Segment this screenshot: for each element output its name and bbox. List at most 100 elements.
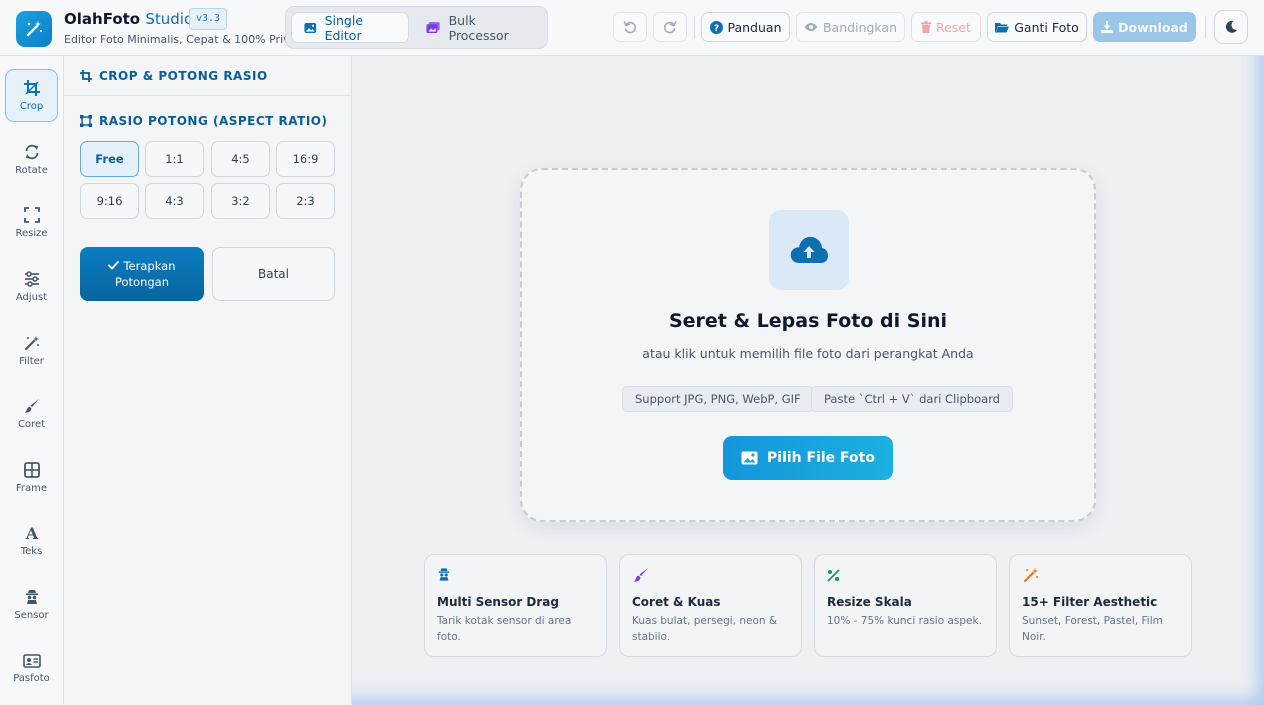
ratio-3-2-button[interactable]: 3:2 [211,183,270,219]
undo-button[interactable] [613,12,647,42]
tool-crop[interactable]: Crop [5,69,58,122]
download-icon [1101,21,1114,33]
trash-icon [921,21,932,33]
svg-text:?: ? [713,24,718,34]
app-title: OlahFoto Studio [64,10,193,28]
tool-frame-label: Frame [15,482,48,494]
feature-card: Multi Sensor Drag Tarik kotak sensor di … [424,554,607,657]
ratio-16-9-button[interactable]: 16:9 [276,141,335,177]
image-icon [741,451,758,465]
tool-teks-label: Teks [20,545,43,557]
feature-card: Coret & Kuas Kuas bulat, persegi, neon &… [619,554,802,657]
tool-resize-label: Resize [15,227,48,239]
ratio-4-3-button[interactable]: 4:3 [145,183,204,219]
paste-chip: Paste `Ctrl + V` dari Clipboard [811,386,1013,412]
aspect-ratio-heading: RASIO POTONG (ASPECT RATIO) [80,114,327,128]
tool-sensor[interactable]: Sensor [5,578,58,631]
folder-open-icon [995,22,1010,32]
tool-filter[interactable]: Filter [5,324,58,377]
help-icon: ? [709,20,723,34]
tool-pasfoto[interactable]: Pasfoto [5,642,58,695]
ratio-2-3-button[interactable]: 2:3 [276,183,335,219]
censor-icon [25,589,38,604]
download-button[interactable]: Download [1093,12,1196,42]
resize-icon [23,206,40,223]
ratio-4-5-button[interactable]: 4:5 [211,141,270,177]
feature-description: 10% - 75% kunci rasio aspek. [827,615,982,627]
check-icon [108,261,120,270]
feature-icon-wrap [632,567,789,587]
app-name-suffix: Studio [145,10,194,28]
feature-title: Multi Sensor Drag [437,595,559,609]
tool-adjust-label: Adjust [15,291,48,303]
tool-frame[interactable]: Frame [5,451,58,504]
layers-icon [426,22,440,33]
tool-sensor-label: Sensor [14,609,49,621]
moon-icon [1225,20,1237,33]
magic-wand-icon [24,335,39,350]
tab-bulk-processor-label: Bulk Processor [448,12,509,43]
censor-icon [438,568,450,581]
tool-rotate-label: Rotate [15,164,48,176]
header-divider [1205,16,1206,38]
reset-button[interactable]: Reset [911,12,981,42]
crop-icon [80,69,92,82]
compare-button[interactable]: Bandingkan [796,12,905,42]
feature-description: Kuas bulat, persegi, neon & stabilo. [632,615,778,643]
tool-teks[interactable]: A Teks [5,514,58,567]
tool-coret[interactable]: Coret [5,387,58,440]
dropzone-subtitle: atau klik untuk memilih file foto dari p… [642,346,974,361]
pick-file-button-label: Pilih File Foto [767,450,875,466]
ratio-free-button[interactable]: Free [80,141,139,177]
upload-dropzone[interactable]: Seret & Lepas Foto di Sini atau klik unt… [520,168,1096,522]
crop-icon [23,79,40,96]
theme-toggle-button[interactable] [1214,10,1248,44]
redo-icon [663,21,677,34]
aspect-ratio-heading-label: RASIO POTONG (ASPECT RATIO) [99,114,328,128]
redo-button[interactable] [653,12,687,42]
version-badge: v3.3 [189,8,228,30]
feature-card: Resize Skala 10% - 75% kunci rasio aspek… [814,554,997,657]
reset-button-label: Reset [936,19,971,35]
apply-crop-text: Terapkan Potongan [114,259,176,289]
tool-filter-label: Filter [19,355,44,367]
tab-single-editor[interactable]: Single Editor [291,12,409,43]
ratio-1-1-button[interactable]: 1:1 [145,141,204,177]
feature-icon-wrap [1022,567,1179,587]
top-header: OlahFoto Studio v3.3 Editor Foto Minimal… [0,0,1264,56]
percent-icon [827,569,840,582]
change-photo-button-label: Ganti Foto [1014,19,1079,35]
feature-description: Sunset, Forest, Pastel, Film Noir. [1022,615,1163,643]
download-button-label: Download [1118,19,1188,35]
brush-icon [24,398,39,413]
tool-coret-label: Coret [17,418,46,430]
upload-icon-tile [769,210,849,290]
dropzone-title: Seret & Lepas Foto di Sini [668,310,948,332]
feature-icon-wrap [437,567,594,587]
tab-bulk-processor[interactable]: Bulk Processor [414,12,544,43]
pick-file-button[interactable]: Pilih File Foto [723,436,893,480]
magic-wand-icon [1023,568,1038,583]
tool-pasfoto-label: Pasfoto [13,672,50,684]
header-divider [694,16,695,38]
feature-title: Coret & Kuas [632,595,721,609]
feature-title: 15+ Filter Aesthetic [1022,595,1158,609]
image-icon [304,22,317,33]
panel-title: CROP & POTONG RASIO [99,68,268,83]
formats-chip: Support JPG, PNG, WebP, GIF [622,386,814,412]
feature-icon-wrap [827,567,984,587]
tool-rotate[interactable]: Rotate [5,133,58,186]
guide-button[interactable]: ? Panduan [701,12,790,42]
feature-card: 15+ Filter Aesthetic Sunset, Forest, Pas… [1009,554,1192,657]
tool-sidebar: Crop Rotate Resize Adjust Filter Coret F… [0,56,64,705]
ratio-9-16-button[interactable]: 9:16 [80,183,139,219]
cloud-upload-icon [790,236,828,263]
change-photo-button[interactable]: Ganti Foto [987,12,1087,42]
crop-panel: CROP & POTONG RASIO RASIO POTONG (ASPECT… [64,56,352,705]
apply-crop-button[interactable]: Terapkan Potongan [80,247,204,301]
panel-header: CROP & POTONG RASIO [64,56,351,96]
app-logo [16,11,52,47]
cancel-crop-button[interactable]: Batal [212,247,335,301]
tool-resize[interactable]: Resize [5,196,58,249]
tool-adjust[interactable]: Adjust [5,260,58,313]
